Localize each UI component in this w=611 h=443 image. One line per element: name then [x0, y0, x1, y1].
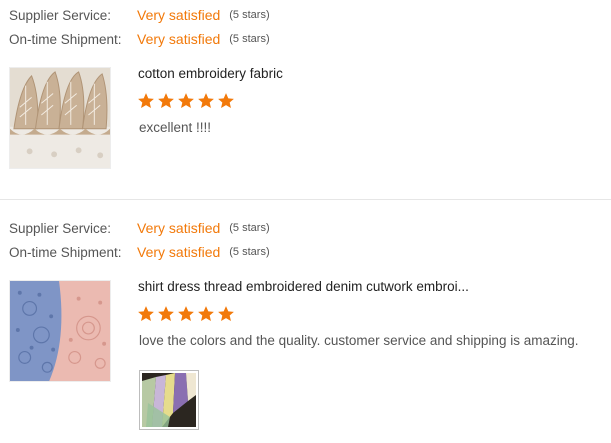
rating-stars-count: (5 stars) — [229, 222, 270, 234]
star-icon — [217, 305, 235, 323]
review-comment: love the colors and the quality. custome… — [139, 333, 579, 348]
supplier-service-rating: Supplier Service: Very satisfied (5 star… — [9, 218, 270, 238]
star-icon — [157, 305, 175, 323]
star-icon — [137, 305, 155, 323]
star-icon — [157, 92, 175, 110]
star-icon — [177, 92, 195, 110]
star-icon — [177, 305, 195, 323]
fabric-colors-photo — [142, 373, 196, 427]
rating-label: On-time Shipment: — [9, 244, 122, 260]
star-rating — [137, 305, 235, 323]
rating-value: Very satisfied — [137, 7, 221, 23]
rating-stars-count: (5 stars) — [229, 9, 270, 21]
on-time-shipment-rating: On-time Shipment: Very satisfied (5 star… — [9, 242, 270, 262]
lace-fabric-image — [10, 68, 110, 168]
review-card: Supplier Service: Very satisfied (5 star… — [0, 200, 611, 443]
star-rating — [137, 92, 235, 110]
supplier-service-rating: Supplier Service: Very satisfied (5 star… — [9, 5, 270, 25]
product-title-link[interactable]: shirt dress thread embroidered denim cut… — [138, 279, 469, 294]
rating-label: Supplier Service: — [9, 7, 112, 23]
review-comment: excellent !!!! — [139, 120, 212, 135]
rating-value: Very satisfied — [137, 31, 221, 47]
rating-value: Very satisfied — [137, 220, 221, 236]
rating-label: On-time Shipment: — [9, 31, 122, 47]
rating-label: Supplier Service: — [9, 220, 112, 236]
star-icon — [137, 92, 155, 110]
review-photo-thumbnail[interactable] — [139, 370, 199, 430]
product-title-link[interactable]: cotton embroidery fabric — [138, 66, 283, 81]
star-icon — [217, 92, 235, 110]
rating-stars-count: (5 stars) — [229, 33, 270, 45]
review-card: Supplier Service: Very satisfied (5 star… — [0, 0, 611, 199]
star-icon — [197, 305, 215, 323]
product-thumbnail[interactable] — [9, 67, 111, 169]
rating-value: Very satisfied — [137, 244, 221, 260]
product-thumbnail[interactable] — [9, 280, 111, 382]
star-icon — [197, 92, 215, 110]
rating-stars-count: (5 stars) — [229, 246, 270, 258]
denim-embroidery-image — [10, 281, 110, 381]
on-time-shipment-rating: On-time Shipment: Very satisfied (5 star… — [9, 29, 270, 49]
